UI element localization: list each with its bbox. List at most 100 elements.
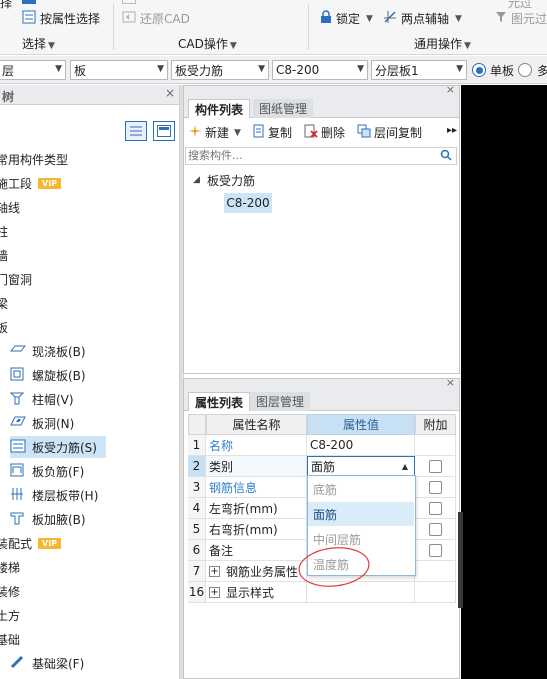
expand-icon[interactable]: + — [209, 586, 220, 598]
tree-item[interactable]: 基础 — [0, 628, 20, 650]
restore-cad-button[interactable]: 还原CAD — [122, 10, 190, 27]
header-name-label: 属性名称 — [232, 418, 281, 432]
tree-item[interactable]: 梁 — [0, 292, 8, 314]
property-name: 名称 — [209, 438, 234, 453]
more-icon[interactable]: ▸▸ — [447, 125, 457, 136]
attach-checkbox[interactable] — [428, 522, 442, 536]
drawing-canvas[interactable] — [461, 85, 547, 679]
property-value-cell[interactable]: C8-200 — [307, 435, 415, 456]
lock-button[interactable]: 锁定 ▼ — [320, 10, 373, 27]
tree-item[interactable]: 装配式 VIP — [0, 532, 62, 554]
search-input[interactable] — [186, 148, 426, 163]
tree-item[interactable]: 板受力筋(S) — [10, 436, 106, 458]
layer-select[interactable]: 层 ▼ — [0, 60, 66, 80]
property-name-cell[interactable]: + 钢筋业务属性 — [206, 561, 307, 582]
delete-button[interactable]: 删除 — [304, 124, 345, 141]
property-extra-cell — [415, 519, 456, 540]
attach-checkbox[interactable] — [428, 543, 442, 557]
tree-item[interactable]: 墙 — [0, 244, 8, 266]
list-view-button[interactable] — [125, 121, 147, 141]
tab-component-list[interactable]: 构件列表 — [188, 99, 251, 118]
property-name: 显示样式 — [226, 585, 275, 600]
attach-checkbox[interactable] — [428, 501, 442, 515]
radio-single-board[interactable] — [472, 63, 486, 77]
chevron-down-icon[interactable]: ▲ — [402, 462, 408, 471]
sublayer-select[interactable]: 分层板1 ▼ — [371, 60, 467, 80]
tree-item[interactable]: 板洞(N) — [10, 412, 74, 434]
search-field[interactable] — [185, 147, 457, 165]
tree-item[interactable]: 轴线 — [0, 196, 20, 218]
tree-item[interactable]: 常用构件类型 — [0, 148, 68, 170]
grid-view-button[interactable] — [153, 121, 175, 141]
type-select[interactable]: 板受力筋 ▼ — [171, 60, 269, 80]
expand-icon[interactable]: + — [209, 565, 220, 577]
element-filter-button[interactable]: 图元过 — [495, 10, 547, 27]
radio-single-label: 单板 — [490, 64, 515, 78]
property-value: 面筋 — [311, 460, 336, 474]
search-icon[interactable] — [440, 149, 452, 164]
close-icon[interactable]: × — [446, 376, 455, 389]
tree-item[interactable]: 装修 — [0, 580, 20, 602]
expanded-triangle-icon[interactable]: ◢ — [193, 175, 200, 185]
tree-item[interactable]: 基础梁(F) — [10, 652, 84, 674]
property-name-cell[interactable]: 类别 — [206, 456, 307, 477]
group-general-ops[interactable]: 通用操作 ▼ — [414, 35, 471, 52]
component-tree-group[interactable]: 板受力筋 — [207, 172, 255, 189]
dropdown-option[interactable]: 底筋 — [308, 477, 414, 501]
spiral-slab-icon — [10, 367, 26, 383]
ribbon-divider — [308, 4, 309, 50]
attach-checkbox[interactable] — [428, 459, 442, 473]
group-cad-ops[interactable]: CAD操作 ▼ — [178, 35, 237, 52]
property-extra-cell — [415, 477, 456, 498]
ribbon-partial-right-label: 元过 — [508, 0, 533, 10]
canvas-scroll-handle[interactable] — [458, 512, 463, 608]
ribbon-partial-select[interactable]: 择 — [0, 0, 12, 11]
property-name-cell[interactable]: 左弯折(mm) — [206, 498, 307, 519]
dropdown-option[interactable]: 面筋 — [308, 502, 414, 526]
tree-item-label: 装配式 — [0, 536, 33, 551]
tab-property-list[interactable]: 属性列表 — [188, 392, 251, 411]
property-name-cell[interactable]: 名称 — [206, 435, 307, 456]
two-point-aux-button[interactable]: 两点辅轴 ▼ — [383, 10, 462, 27]
tree-item[interactable]: 楼梯 — [0, 556, 20, 578]
dropdown-option-label: 面筋 — [313, 507, 338, 522]
tree-item[interactable]: 施工段 VIP — [0, 172, 62, 194]
name-select[interactable]: C8-200 ▼ — [272, 60, 368, 80]
slab-hole-icon — [10, 415, 26, 431]
tree-item[interactable]: 柱帽(V) — [9, 388, 74, 410]
row-index-cell: 5 — [188, 519, 206, 540]
tab-layer-mgmt[interactable]: 图层管理 — [250, 392, 311, 411]
tree-item[interactable]: 板负筋(F) — [10, 460, 84, 482]
row-index: 7 — [192, 564, 201, 578]
tree-item[interactable]: 板 — [0, 316, 8, 338]
close-icon[interactable]: × — [165, 86, 175, 100]
new-button[interactable]: 新建 ▼ — [188, 124, 241, 141]
chevron-down-icon: ▼ — [229, 41, 237, 51]
tree-item[interactable]: 板加腋(B) — [10, 508, 86, 530]
category-select[interactable]: 面筋 ▲ — [307, 456, 415, 477]
delete-icon — [304, 124, 318, 141]
property-name-cell[interactable]: 钢筋信息 — [206, 477, 307, 498]
floor-copy-button[interactable]: 层间复制 — [357, 124, 422, 141]
group-select[interactable]: 选择 ▼ — [22, 35, 55, 52]
component-select[interactable]: 板 ▼ — [70, 60, 168, 80]
tree-item-label: 板加腋(B) — [32, 512, 86, 527]
chevron-down-icon: ▼ — [157, 64, 164, 74]
tree-item[interactable]: 门窗洞 — [0, 268, 32, 290]
attach-checkbox[interactable] — [428, 480, 442, 494]
property-name-cell[interactable]: 右弯折(mm) — [206, 519, 307, 540]
tree-item[interactable]: 现浇板(B) — [9, 340, 86, 362]
component-tree-item-selected[interactable]: C8-200 — [224, 193, 272, 213]
tree-item[interactable]: 螺旋板(B) — [10, 364, 86, 386]
property-name-cell[interactable]: 备注 — [206, 540, 307, 561]
tree-item[interactable]: 土方 — [0, 604, 20, 626]
attr-select-button[interactable]: 按属性选择 — [22, 10, 100, 27]
tab-drawing-mgmt[interactable]: 图纸管理 — [253, 99, 314, 118]
copy-button[interactable]: 复制 — [253, 124, 292, 141]
tree-item[interactable]: 楼层板带(H) — [10, 484, 98, 506]
radio-multi-board[interactable] — [518, 63, 532, 77]
tree-item[interactable]: 柱 — [0, 220, 8, 242]
property-name-cell[interactable]: + 显示样式 — [206, 582, 307, 603]
close-icon[interactable]: × — [446, 83, 455, 96]
grid-icon — [157, 125, 171, 137]
